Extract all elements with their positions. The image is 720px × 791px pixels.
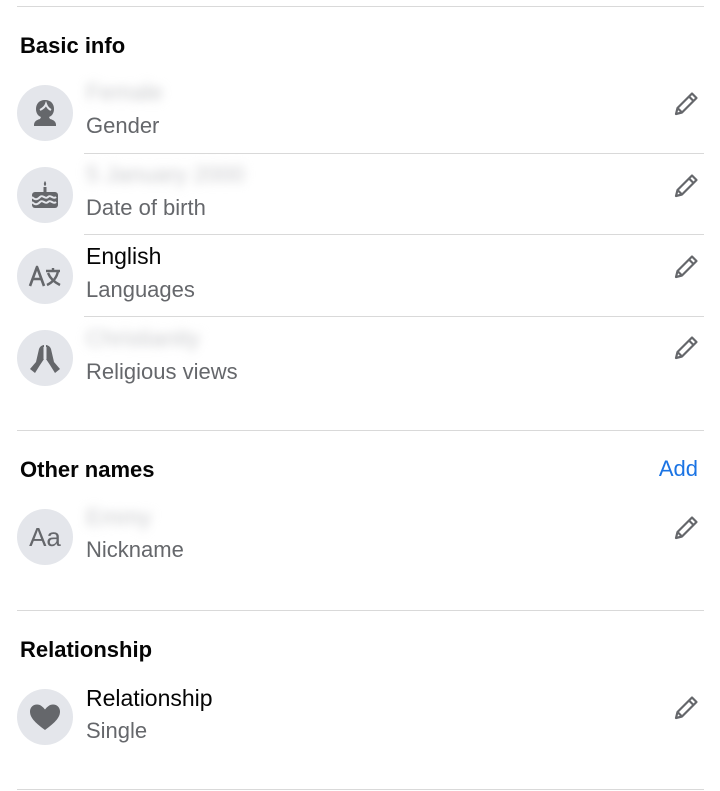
edit-relationship-button[interactable] bbox=[666, 688, 706, 728]
edit-nickname-button[interactable] bbox=[666, 508, 706, 548]
basic-info-title: Basic info bbox=[20, 33, 126, 58]
gender-icon bbox=[17, 85, 73, 141]
section-divider bbox=[17, 430, 704, 431]
religious-views-row[interactable]: Christianity Religious views bbox=[0, 316, 720, 398]
languages-value: English bbox=[86, 243, 162, 269]
translate-icon bbox=[17, 248, 73, 304]
pencil-icon bbox=[674, 516, 698, 540]
font-aa-glyph: Aa bbox=[29, 521, 61, 552]
edit-gender-button[interactable] bbox=[666, 84, 706, 124]
praying-hands-icon bbox=[17, 330, 73, 386]
nickname-row[interactable]: Aa Emmy Nickname bbox=[0, 496, 720, 578]
cake-icon bbox=[17, 167, 73, 223]
gender-value: Female bbox=[86, 79, 163, 105]
relationship-value: Relationship bbox=[86, 685, 213, 711]
pencil-icon bbox=[674, 92, 698, 116]
languages-label: Languages bbox=[86, 277, 195, 302]
relationship-row[interactable]: Relationship Single bbox=[0, 676, 720, 758]
relationship-title: Relationship bbox=[20, 637, 153, 662]
date-of-birth-row[interactable]: 5 January 2000 Date of birth bbox=[0, 153, 720, 235]
row-divider bbox=[84, 153, 704, 154]
gender-label: Gender bbox=[86, 113, 160, 138]
other-names-title: Other names bbox=[20, 457, 155, 482]
religious-views-value: Christianity bbox=[86, 325, 200, 351]
gender-row[interactable]: Female Gender bbox=[0, 72, 720, 154]
pencil-icon bbox=[674, 255, 698, 279]
pencil-icon bbox=[674, 696, 698, 720]
pencil-icon bbox=[674, 336, 698, 360]
edit-date-of-birth-button[interactable] bbox=[666, 166, 706, 206]
nickname-label: Nickname bbox=[86, 537, 184, 562]
bottom-divider bbox=[17, 789, 704, 790]
section-divider bbox=[17, 610, 704, 611]
row-divider bbox=[84, 234, 704, 235]
top-divider bbox=[17, 6, 704, 7]
nickname-value: Emmy bbox=[86, 504, 152, 530]
religious-views-label: Religious views bbox=[86, 359, 238, 384]
relationship-status-label: Single bbox=[86, 718, 148, 743]
edit-languages-button[interactable] bbox=[666, 247, 706, 287]
font-aa-icon: Aa bbox=[17, 509, 73, 565]
pencil-icon bbox=[674, 174, 698, 198]
date-of-birth-value: 5 January 2000 bbox=[86, 161, 245, 187]
edit-religious-views-button[interactable] bbox=[666, 328, 706, 368]
add-other-name-link[interactable]: Add bbox=[659, 456, 698, 482]
heart-icon bbox=[17, 689, 73, 745]
row-divider bbox=[84, 316, 704, 317]
date-of-birth-label: Date of birth bbox=[86, 195, 206, 220]
languages-row[interactable]: English Languages bbox=[0, 234, 720, 316]
